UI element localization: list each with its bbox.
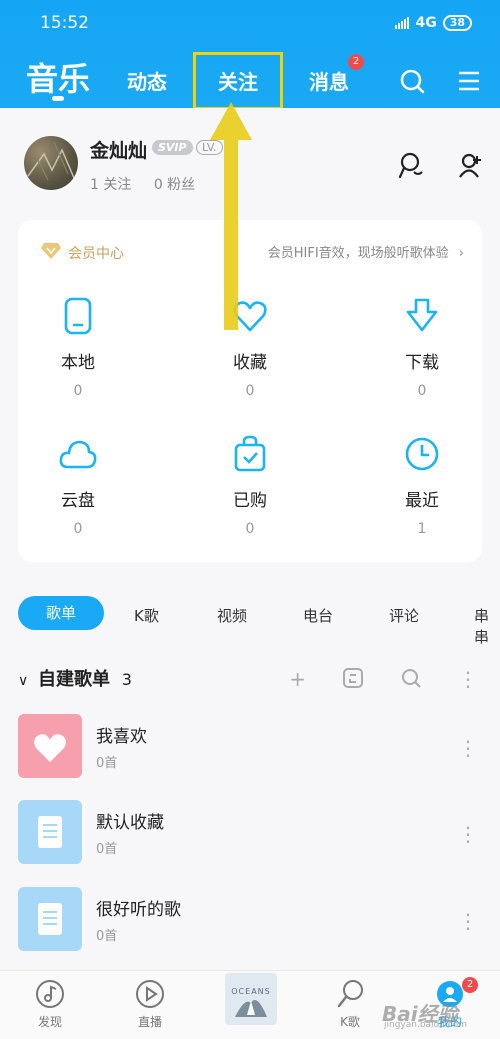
playlist-section-header: ∨ 自建歌单 3 + ⋮ — [18, 665, 488, 695]
karaoke-mic-icon[interactable] — [398, 152, 424, 184]
avatar[interactable] — [24, 136, 78, 190]
music-note-icon — [35, 979, 65, 1009]
tab-videos[interactable]: 视频 — [217, 605, 247, 626]
add-friend-icon[interactable] — [458, 152, 484, 184]
username[interactable]: 金灿灿 — [90, 136, 147, 163]
import-playlist-icon[interactable] — [342, 667, 364, 694]
network-label: 4G — [415, 15, 437, 31]
nav-discover[interactable]: 发现 — [20, 979, 80, 1030]
document-cover-icon — [18, 887, 82, 951]
more-icon[interactable]: ⋮ — [458, 736, 478, 760]
library-local[interactable]: 本地 0 — [18, 296, 138, 399]
library-purchased[interactable]: 已购 0 — [190, 434, 310, 537]
svip-badge[interactable]: SVIP — [152, 140, 193, 155]
more-options-icon[interactable]: ⋮ — [458, 667, 478, 694]
play-circle-icon — [135, 979, 165, 1009]
tab-feed[interactable]: 动态 — [127, 66, 167, 95]
follow-count[interactable]: 1 关注 — [90, 177, 131, 193]
tab-radio[interactable]: 电台 — [303, 605, 333, 626]
mine-badge: 2 — [462, 977, 478, 993]
more-icon[interactable]: ⋮ — [458, 909, 478, 933]
vip-center-link[interactable]: 会员中心 — [40, 242, 124, 264]
tab-karaoke[interactable]: K歌 — [134, 605, 159, 626]
playlist-item[interactable]: 默认收藏 0首 ⋮ — [18, 800, 488, 866]
status-time: 15:52 — [40, 13, 89, 33]
tab-music[interactable]: 音乐 — [26, 54, 90, 100]
section-count: 3 — [121, 670, 132, 689]
search-playlist-icon[interactable] — [400, 667, 422, 694]
fans-count[interactable]: 0 粉丝 — [154, 177, 195, 193]
chevron-right-icon: › — [458, 246, 464, 261]
library-cloud[interactable]: 云盘 0 — [18, 434, 138, 537]
nav-live[interactable]: 直播 — [120, 979, 180, 1030]
phone-icon — [58, 296, 98, 336]
playlist-item[interactable]: 我喜欢 0首 ⋮ — [18, 714, 488, 780]
library-recent[interactable]: 最近 1 — [362, 434, 482, 537]
now-playing-cover[interactable]: OCEANS — [225, 973, 277, 1025]
tab-comments[interactable]: 评论 — [389, 605, 419, 626]
vip-promo-text: 会员HIFI音效，现场般听歌体验 — [267, 246, 449, 261]
add-playlist-icon[interactable]: + — [289, 667, 306, 694]
nav-karaoke[interactable]: K歌 — [320, 979, 380, 1030]
search-icon[interactable] — [399, 68, 425, 94]
document-cover-icon — [18, 800, 82, 864]
menu-icon[interactable] — [457, 68, 483, 94]
library-downloads[interactable]: 下载 0 — [362, 296, 482, 399]
messages-badge: 2 — [348, 54, 364, 70]
content-tabs: 歌单 K歌 视频 电台 评论 串串 — [0, 596, 500, 646]
vip-center-label: 会员中心 — [68, 246, 124, 262]
status-bar: 15:52 4G 38 — [40, 10, 472, 36]
shopping-bag-icon — [230, 434, 270, 474]
download-icon — [402, 296, 442, 336]
active-tab-indicator — [52, 96, 64, 101]
signal-icon — [395, 17, 410, 29]
vip-promo[interactable]: 会员HIFI音效，现场般听歌体验 › — [268, 242, 464, 261]
annotation-arrow — [210, 102, 252, 330]
tab-messages[interactable]: 消息 — [309, 66, 349, 95]
tab-chuanchuan[interactable]: 串串 — [474, 605, 500, 647]
vip-diamond-icon — [40, 242, 62, 264]
chevron-down-icon: ∨ — [18, 673, 29, 689]
heart-cover-icon — [18, 714, 82, 778]
cloud-icon — [58, 434, 98, 474]
microphone-icon — [335, 979, 365, 1009]
section-title: 自建歌单 — [37, 669, 110, 690]
clock-icon — [402, 434, 442, 474]
more-icon[interactable]: ⋮ — [458, 822, 478, 846]
watermark-url: jingyan.baidu.com — [384, 1020, 468, 1030]
tab-playlists[interactable]: 歌单 — [18, 596, 104, 630]
playlist-item[interactable]: 很好听的歌 0首 ⋮ — [18, 887, 488, 953]
battery-indicator: 38 — [442, 15, 472, 31]
